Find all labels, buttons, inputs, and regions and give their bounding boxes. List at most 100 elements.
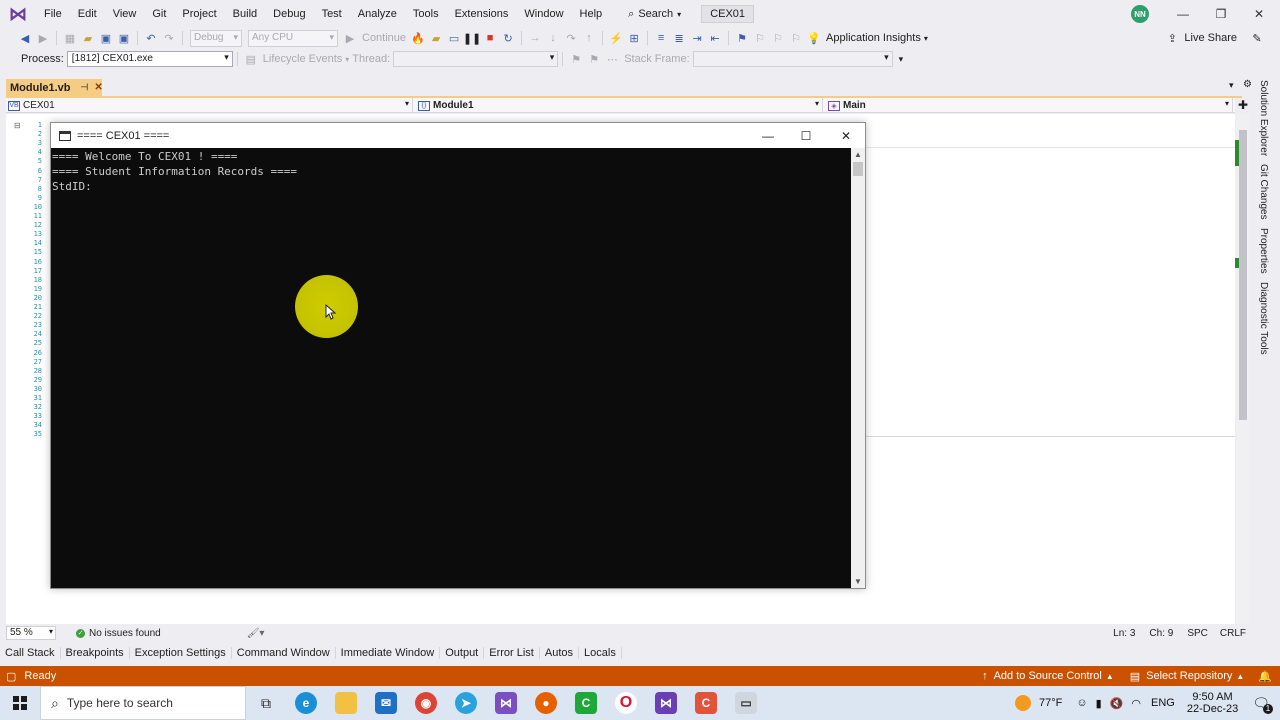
menu-help[interactable]: Help (572, 0, 611, 28)
pin-icon[interactable]: ⊣ (81, 82, 89, 93)
hot-reload-icon[interactable]: 🔥 (409, 29, 427, 47)
menu-git[interactable]: Git (144, 0, 174, 28)
menu-project[interactable]: Project (174, 0, 224, 28)
flag-thread-icon[interactable]: ⚑ (567, 50, 585, 68)
weather-icon[interactable] (1015, 695, 1032, 711)
indent-icon[interactable]: ⇥ (688, 29, 706, 47)
tab-breakpoints[interactable]: Breakpoints (61, 647, 130, 659)
menu-tools[interactable]: Tools (405, 0, 447, 28)
chrome-icon[interactable]: ◉ (406, 686, 446, 720)
thread-dropdown[interactable] (393, 51, 559, 67)
menu-test[interactable]: Test (314, 0, 350, 28)
camtasia-icon[interactable]: C (566, 686, 606, 720)
stack-frame-dropdown[interactable] (692, 51, 893, 67)
notification-center-icon[interactable]: 🗨 1 (1252, 695, 1273, 714)
menu-analyze[interactable]: Analyze (350, 0, 405, 28)
mail-icon[interactable]: ✉ (366, 686, 406, 720)
notifications-bell-icon[interactable]: 🔔 (1258, 670, 1272, 683)
console-title-bar[interactable]: ==== CEX01 ==== — ☐ ✕ (51, 123, 865, 148)
attach-icon[interactable]: ▰ (427, 29, 445, 47)
issues-status[interactable]: No issues found (89, 628, 161, 639)
menu-file[interactable]: File (36, 0, 70, 28)
close-button[interactable]: ✕ (1240, 0, 1278, 28)
clear-bookmarks-icon[interactable]: ⚐ (787, 29, 805, 47)
brush-icon[interactable]: 🖌▾ (247, 628, 265, 639)
console-minimize-button[interactable]: — (749, 123, 787, 148)
line-ending[interactable]: CRLF (1220, 628, 1246, 639)
tab-locals[interactable]: Locals (579, 647, 622, 659)
zoom-dropdown[interactable]: 55 % (6, 626, 56, 640)
step-into-icon[interactable]: ↓ (544, 29, 562, 47)
tab-module1-vb[interactable]: Module1.vb ⊣ ✕ (6, 79, 103, 96)
battery-icon[interactable]: ▮ (1096, 697, 1102, 710)
process-dropdown[interactable]: [1812] CEX01.exe (66, 51, 233, 67)
live-share-button[interactable]: Live Share (1181, 32, 1240, 44)
project-dropdown[interactable]: VB CEX01 ▾ (6, 98, 413, 113)
menu-view[interactable]: View (105, 0, 145, 28)
file-explorer-icon[interactable] (326, 686, 366, 720)
open-folder-icon[interactable]: ▰ (79, 29, 97, 47)
people-icon[interactable]: ☺ (1076, 697, 1087, 709)
firefox-icon[interactable]: ● (526, 686, 566, 720)
prev-bookmark-icon[interactable]: ⚐ (751, 29, 769, 47)
new-item-icon[interactable]: ▦ (61, 29, 79, 47)
navigate-forward-icon[interactable]: ▶ (34, 29, 52, 47)
save-all-icon[interactable]: ▣ (115, 29, 133, 47)
scroll-down-arrow-icon[interactable]: ▼ (854, 577, 862, 586)
weather-temperature[interactable]: 77°F (1039, 697, 1062, 709)
stop-icon[interactable]: ■ (481, 29, 499, 47)
tab-diagnostic-tools[interactable]: Diagnostic Tools (1258, 282, 1269, 355)
restart-icon[interactable]: ↻ (499, 29, 517, 47)
input-language[interactable]: ENG (1151, 697, 1175, 709)
volume-muted-icon[interactable]: 🔇 (1110, 697, 1124, 710)
wifi-icon[interactable]: ◠ (1131, 697, 1141, 710)
close-tab-icon[interactable]: ✕ (94, 82, 102, 93)
scroll-up-arrow-icon[interactable]: ▲ (854, 150, 862, 159)
indent-mode[interactable]: SPC (1187, 628, 1208, 639)
edge-icon[interactable]: e (286, 686, 326, 720)
camtasia-recorder-icon[interactable]: C (686, 686, 726, 720)
taskbar-search[interactable]: ⌕ Type here to search (40, 686, 246, 720)
tab-exception-settings[interactable]: Exception Settings (130, 647, 232, 659)
opera-icon[interactable]: O (606, 686, 646, 720)
telegram-icon[interactable]: ➤ (446, 686, 486, 720)
break-all-icon[interactable]: ❚❚ (463, 29, 481, 47)
platform-dropdown[interactable]: Any CPU (248, 29, 338, 47)
configuration-dropdown[interactable]: Debug (190, 29, 242, 47)
bookmark-icon[interactable]: ⚑ (733, 29, 751, 47)
visual-studio-active-icon[interactable]: ⋈ (646, 686, 686, 720)
console-close-button[interactable]: ✕ (827, 123, 865, 148)
comment-icon[interactable]: ≡ (652, 29, 670, 47)
member-dropdown[interactable]: ◈ Main ▾ (826, 98, 1233, 113)
scrollbar-thumb[interactable] (1239, 130, 1247, 420)
task-view-icon[interactable]: ⧉ (246, 686, 286, 720)
code-map-icon[interactable]: ⊞ (625, 29, 643, 47)
console-maximize-button[interactable]: ☐ (787, 123, 825, 148)
continue-button[interactable]: Continue (359, 32, 409, 44)
gear-icon[interactable]: ⚙ (1243, 79, 1252, 90)
console-scrollbar[interactable]: ▲ ▼ (851, 148, 865, 588)
outdent-icon[interactable]: ⇤ (706, 29, 724, 47)
tab-list-dropdown-icon[interactable]: ▾ (1229, 80, 1234, 91)
tab-solution-explorer[interactable]: Solution Explorer (1258, 80, 1269, 156)
split-editor-icon[interactable]: ✚ (1238, 98, 1248, 112)
step-over-icon[interactable]: ↷ (562, 29, 580, 47)
editor-vertical-scrollbar[interactable] (1236, 114, 1250, 624)
tab-immediate-window[interactable]: Immediate Window (336, 647, 441, 659)
start-button[interactable] (0, 686, 40, 720)
lifecycle-events-button[interactable]: Lifecycle Events (260, 53, 345, 65)
search-button[interactable]: ⌕ Search ▾ (620, 8, 689, 21)
tab-git-changes[interactable]: Git Changes (1258, 164, 1269, 220)
tab-properties[interactable]: Properties (1258, 228, 1269, 274)
console-app-taskbar-icon[interactable]: ▭ (726, 686, 766, 720)
avatar[interactable]: NN (1131, 5, 1149, 23)
scrollbar-thumb[interactable] (853, 162, 863, 176)
tab-call-stack[interactable]: Call Stack (0, 647, 61, 659)
toolbar-overflow-icon[interactable]: ▾ (899, 54, 904, 65)
application-insights-button[interactable]: Application Insights (823, 32, 924, 44)
minimize-button[interactable]: — (1164, 0, 1202, 28)
thread-filter-icon[interactable]: ⚑ (585, 50, 603, 68)
menu-window[interactable]: Window (516, 0, 571, 28)
feedback-icon[interactable]: ✎ (1248, 29, 1266, 47)
show-next-statement-icon[interactable]: → (526, 29, 544, 47)
